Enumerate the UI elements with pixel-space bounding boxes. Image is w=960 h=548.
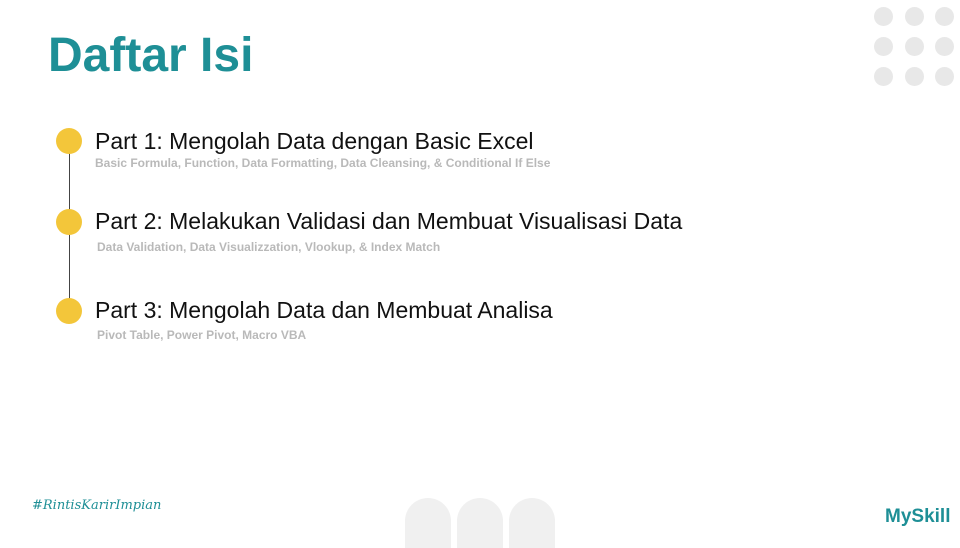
decor-dot xyxy=(935,37,954,56)
myskill-logo: MySkill xyxy=(885,506,951,527)
part-3-subtitle: Pivot Table, Power Pivot, Macro VBA xyxy=(97,328,307,342)
timeline-bullet xyxy=(56,209,82,235)
timeline-bullet xyxy=(56,128,82,154)
decor-dot xyxy=(905,7,924,26)
part-1-title: Part 1: Mengolah Data dengan Basic Excel xyxy=(95,128,534,154)
decorative-arch xyxy=(457,498,503,548)
part-2-subtitle: Data Validation, Data Visualizzation, Vl… xyxy=(97,240,441,254)
decor-dot xyxy=(874,7,893,26)
part-1-subtitle: Basic Formula, Function, Data Formatting… xyxy=(95,156,551,170)
page-title: Daftar Isi xyxy=(48,29,254,82)
hashtag-text: #RintisKarirImpian xyxy=(32,498,162,513)
decor-dot xyxy=(905,67,924,86)
decor-dot xyxy=(874,67,893,86)
decor-dot xyxy=(874,37,893,56)
timeline-bullet xyxy=(56,298,82,324)
decorative-arch xyxy=(509,498,555,548)
decor-dot xyxy=(935,67,954,86)
decorative-dot-grid xyxy=(874,7,960,87)
decorative-arch xyxy=(405,498,451,548)
decor-dot xyxy=(935,7,954,26)
part-2-title: Part 2: Melakukan Validasi dan Membuat V… xyxy=(95,208,683,234)
decor-dot xyxy=(905,37,924,56)
part-3-title: Part 3: Mengolah Data dan Membuat Analis… xyxy=(95,297,553,323)
